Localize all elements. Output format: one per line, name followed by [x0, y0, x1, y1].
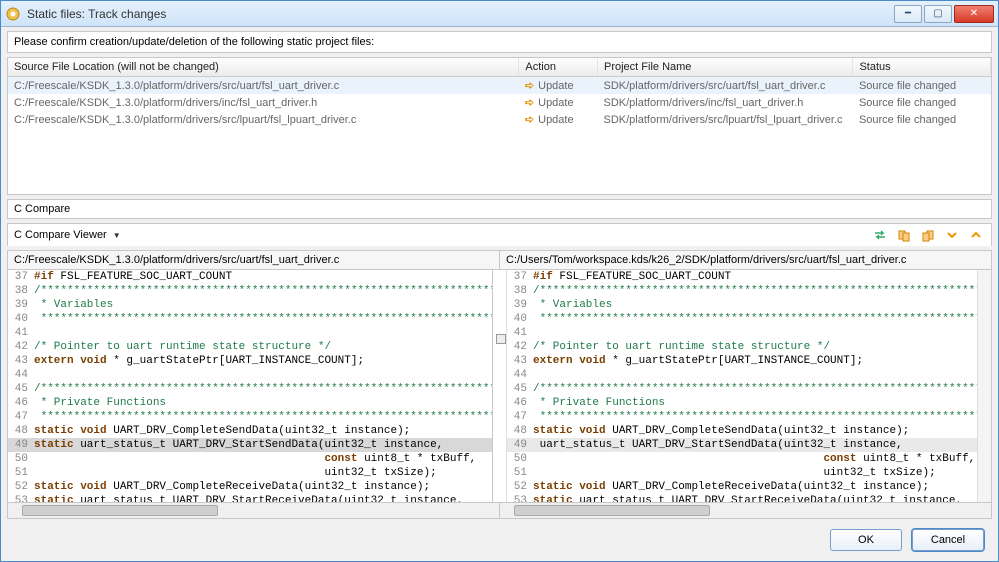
- code-line: 52static void UART_DRV_CompleteReceiveDa…: [8, 480, 492, 494]
- cancel-button[interactable]: Cancel: [912, 529, 984, 551]
- table-row[interactable]: C:/Freescale/KSDK_1.3.0/platform/drivers…: [8, 77, 991, 95]
- ok-button[interactable]: OK: [830, 529, 902, 551]
- code-line: 45/*************************************…: [507, 382, 991, 396]
- window-title: Static files: Track changes: [27, 7, 894, 21]
- table-row[interactable]: C:/Freescale/KSDK_1.3.0/platform/drivers…: [8, 111, 991, 128]
- code-line: 48static void UART_DRV_CompleteSendData(…: [507, 424, 991, 438]
- right-file-path: C:/Users/Tom/workspace.kds/k26_2/SDK/pla…: [500, 251, 991, 269]
- minimize-button[interactable]: ━: [894, 5, 922, 23]
- horizontal-scrollbars[interactable]: [8, 502, 991, 518]
- code-line: 50 const uint8_t * txBuff,: [507, 452, 991, 466]
- code-line: 42/* Pointer to uart runtime state struc…: [8, 340, 492, 354]
- compare-section-label: C Compare: [7, 199, 992, 219]
- code-line: 37#if FSL_FEATURE_SOC_UART_COUNT: [507, 270, 991, 284]
- code-line: 39 * Variables: [507, 298, 991, 312]
- swap-left-right-icon[interactable]: [871, 226, 889, 244]
- code-line: 52static void UART_DRV_CompleteReceiveDa…: [507, 480, 991, 494]
- compare-viewer-toolbar: C Compare Viewer ▼: [7, 223, 992, 246]
- code-line: 44: [8, 368, 492, 382]
- dialog-window: Static files: Track changes ━ ▢ ✕ Please…: [0, 0, 999, 562]
- table-row[interactable]: C:/Freescale/KSDK_1.3.0/platform/drivers…: [8, 94, 991, 111]
- maximize-button[interactable]: ▢: [924, 5, 952, 23]
- right-hscroll[interactable]: [500, 503, 991, 518]
- code-line: 45/*************************************…: [8, 382, 492, 396]
- code-line: 46 * Private Functions: [507, 396, 991, 410]
- next-diff-icon[interactable]: [943, 226, 961, 244]
- code-line: 40 *************************************…: [507, 312, 991, 326]
- col-source[interactable]: Source File Location (will not be change…: [8, 58, 519, 77]
- col-status[interactable]: Status: [853, 58, 991, 77]
- file-table[interactable]: Source File Location (will not be change…: [7, 57, 992, 195]
- copy-right-icon[interactable]: [919, 226, 937, 244]
- code-line: 47 *************************************…: [8, 410, 492, 424]
- code-line: 49static uart_status_t UART_DRV_StartSen…: [8, 438, 492, 452]
- code-line: 51 uint32_t txSize);: [8, 466, 492, 480]
- code-line: 41: [8, 326, 492, 340]
- code-line: 37#if FSL_FEATURE_SOC_UART_COUNT: [8, 270, 492, 284]
- col-project[interactable]: Project File Name: [598, 58, 853, 77]
- overview-ruler[interactable]: [977, 270, 991, 502]
- gutter[interactable]: [493, 270, 507, 502]
- titlebar[interactable]: Static files: Track changes ━ ▢ ✕: [1, 1, 998, 27]
- left-file-path: C:/Freescale/KSDK_1.3.0/platform/drivers…: [8, 251, 500, 269]
- code-line: 41: [507, 326, 991, 340]
- confirmation-message: Please confirm creation/update/deletion …: [7, 31, 992, 53]
- left-code-pane[interactable]: 37#if FSL_FEATURE_SOC_UART_COUNT38/*****…: [8, 270, 493, 502]
- code-line: 51 uint32_t txSize);: [507, 466, 991, 480]
- code-line: 44: [507, 368, 991, 382]
- code-line: 42/* Pointer to uart runtime state struc…: [507, 340, 991, 354]
- code-line: 53static uart_status_t UART_DRV_StartRec…: [507, 494, 991, 502]
- code-line: 43extern void * g_uartStatePtr[UART_INST…: [8, 354, 492, 368]
- compare-viewer-label: C Compare Viewer: [14, 229, 107, 241]
- col-action[interactable]: Action: [519, 58, 598, 77]
- code-line: 50 const uint8_t * txBuff,: [8, 452, 492, 466]
- code-line: 46 * Private Functions: [8, 396, 492, 410]
- code-line: 38/*************************************…: [507, 284, 991, 298]
- left-hscroll[interactable]: [8, 503, 500, 518]
- code-line: 38/*************************************…: [8, 284, 492, 298]
- app-icon: [5, 6, 21, 22]
- code-line: 53static uart_status_t UART_DRV_StartRec…: [8, 494, 492, 502]
- copy-left-icon[interactable]: [895, 226, 913, 244]
- prev-diff-icon[interactable]: [967, 226, 985, 244]
- dropdown-icon[interactable]: ▼: [113, 231, 121, 240]
- code-line: 39 * Variables: [8, 298, 492, 312]
- close-button[interactable]: ✕: [954, 5, 994, 23]
- right-code-pane[interactable]: 37#if FSL_FEATURE_SOC_UART_COUNT38/*****…: [507, 270, 991, 502]
- code-line: 43extern void * g_uartStatePtr[UART_INST…: [507, 354, 991, 368]
- code-line: 47 *************************************…: [507, 410, 991, 424]
- compare-viewer: C:/Freescale/KSDK_1.3.0/platform/drivers…: [7, 250, 992, 519]
- code-line: 48static void UART_DRV_CompleteSendData(…: [8, 424, 492, 438]
- code-line: 49 uart_status_t UART_DRV_StartSendData(…: [507, 438, 991, 452]
- code-line: 40 *************************************…: [8, 312, 492, 326]
